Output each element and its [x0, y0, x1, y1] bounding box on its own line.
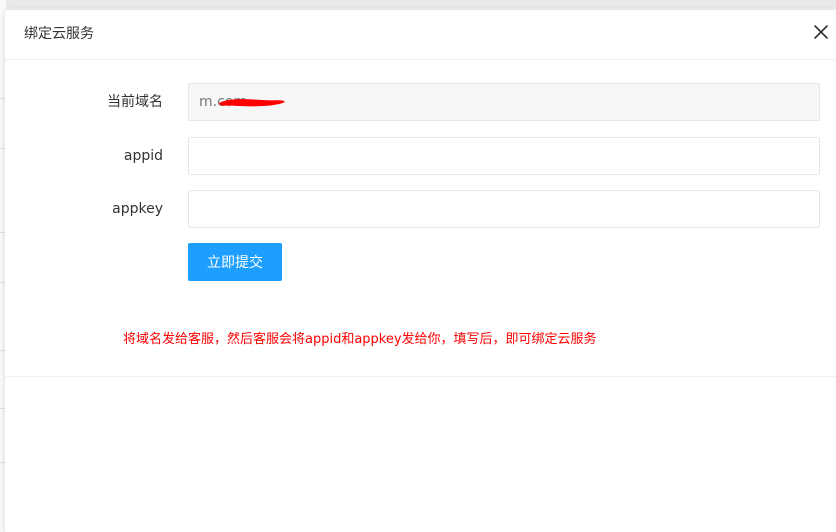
submit-button[interactable]: 立即提交 — [188, 243, 282, 281]
domain-row: 当前域名 — [5, 83, 836, 121]
dialog-header: 绑定云服务 — [5, 10, 836, 60]
dialog-title: 绑定云服务 — [24, 26, 94, 42]
dialog-divider — [5, 376, 836, 377]
appkey-row: appkey — [5, 190, 836, 228]
domain-label: 当前域名 — [107, 94, 163, 110]
appkey-input[interactable] — [188, 190, 820, 228]
appid-input[interactable] — [188, 137, 820, 175]
bind-cloud-service-dialog: 绑定云服务 当前域名 appid appkey 立即提交 将域名发给客服，然后客… — [5, 10, 836, 532]
background-top-bar — [0, 0, 836, 8]
close-icon — [814, 25, 828, 39]
close-button[interactable] — [809, 20, 833, 44]
redaction-mark — [219, 99, 285, 107]
appid-row: appid — [5, 137, 836, 175]
appid-label: appid — [123, 148, 163, 164]
hint-text: 将域名发给客服，然后客服会将appid和appkey发给你，填写后，即可绑定云服… — [123, 332, 597, 347]
appkey-label: appkey — [112, 201, 163, 217]
